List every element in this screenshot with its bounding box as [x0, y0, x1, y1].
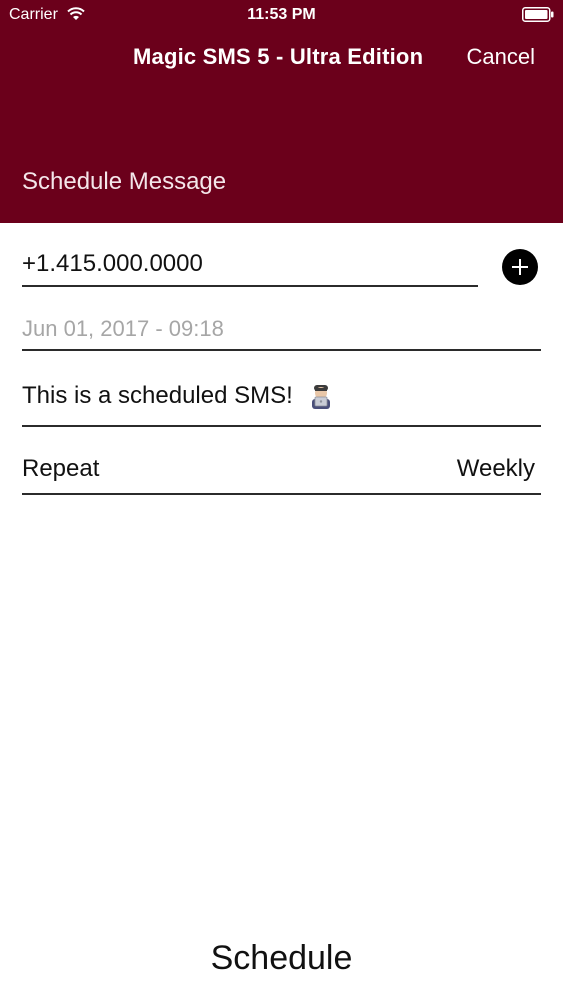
phone-number-input[interactable]: [22, 245, 478, 283]
repeat-value: Weekly: [456, 455, 535, 482]
status-time: 11:53 PM: [247, 6, 316, 23]
cancel-button[interactable]: Cancel: [467, 44, 535, 70]
section-title: Schedule Message: [22, 168, 227, 195]
phone-field-row: [22, 245, 478, 287]
schedule-message-screen: Carrier 11:53 PM Magic SMS 5 - Ultra Edi…: [0, 0, 563, 1000]
add-contact-button[interactable]: [502, 249, 538, 285]
battery-icon: [522, 7, 554, 22]
technologist-icon: [312, 384, 331, 409]
repeat-row[interactable]: Repeat Weekly: [22, 450, 541, 495]
status-bar: Carrier 11:53 PM: [0, 0, 563, 30]
header: Carrier 11:53 PM Magic SMS 5 - Ultra Edi…: [0, 0, 563, 223]
date-field[interactable]: Jun 01, 2017 - 09:18: [22, 310, 541, 351]
repeat-label: Repeat: [22, 455, 100, 482]
message-field[interactable]: This is a scheduled SMS!: [22, 376, 541, 427]
message-text: This is a scheduled SMS!: [22, 382, 293, 409]
nav-title: Magic SMS 5 - Ultra Edition: [133, 44, 424, 69]
date-value: Jun 01, 2017 - 09:18: [22, 316, 224, 341]
schedule-button[interactable]: Schedule: [0, 930, 563, 990]
